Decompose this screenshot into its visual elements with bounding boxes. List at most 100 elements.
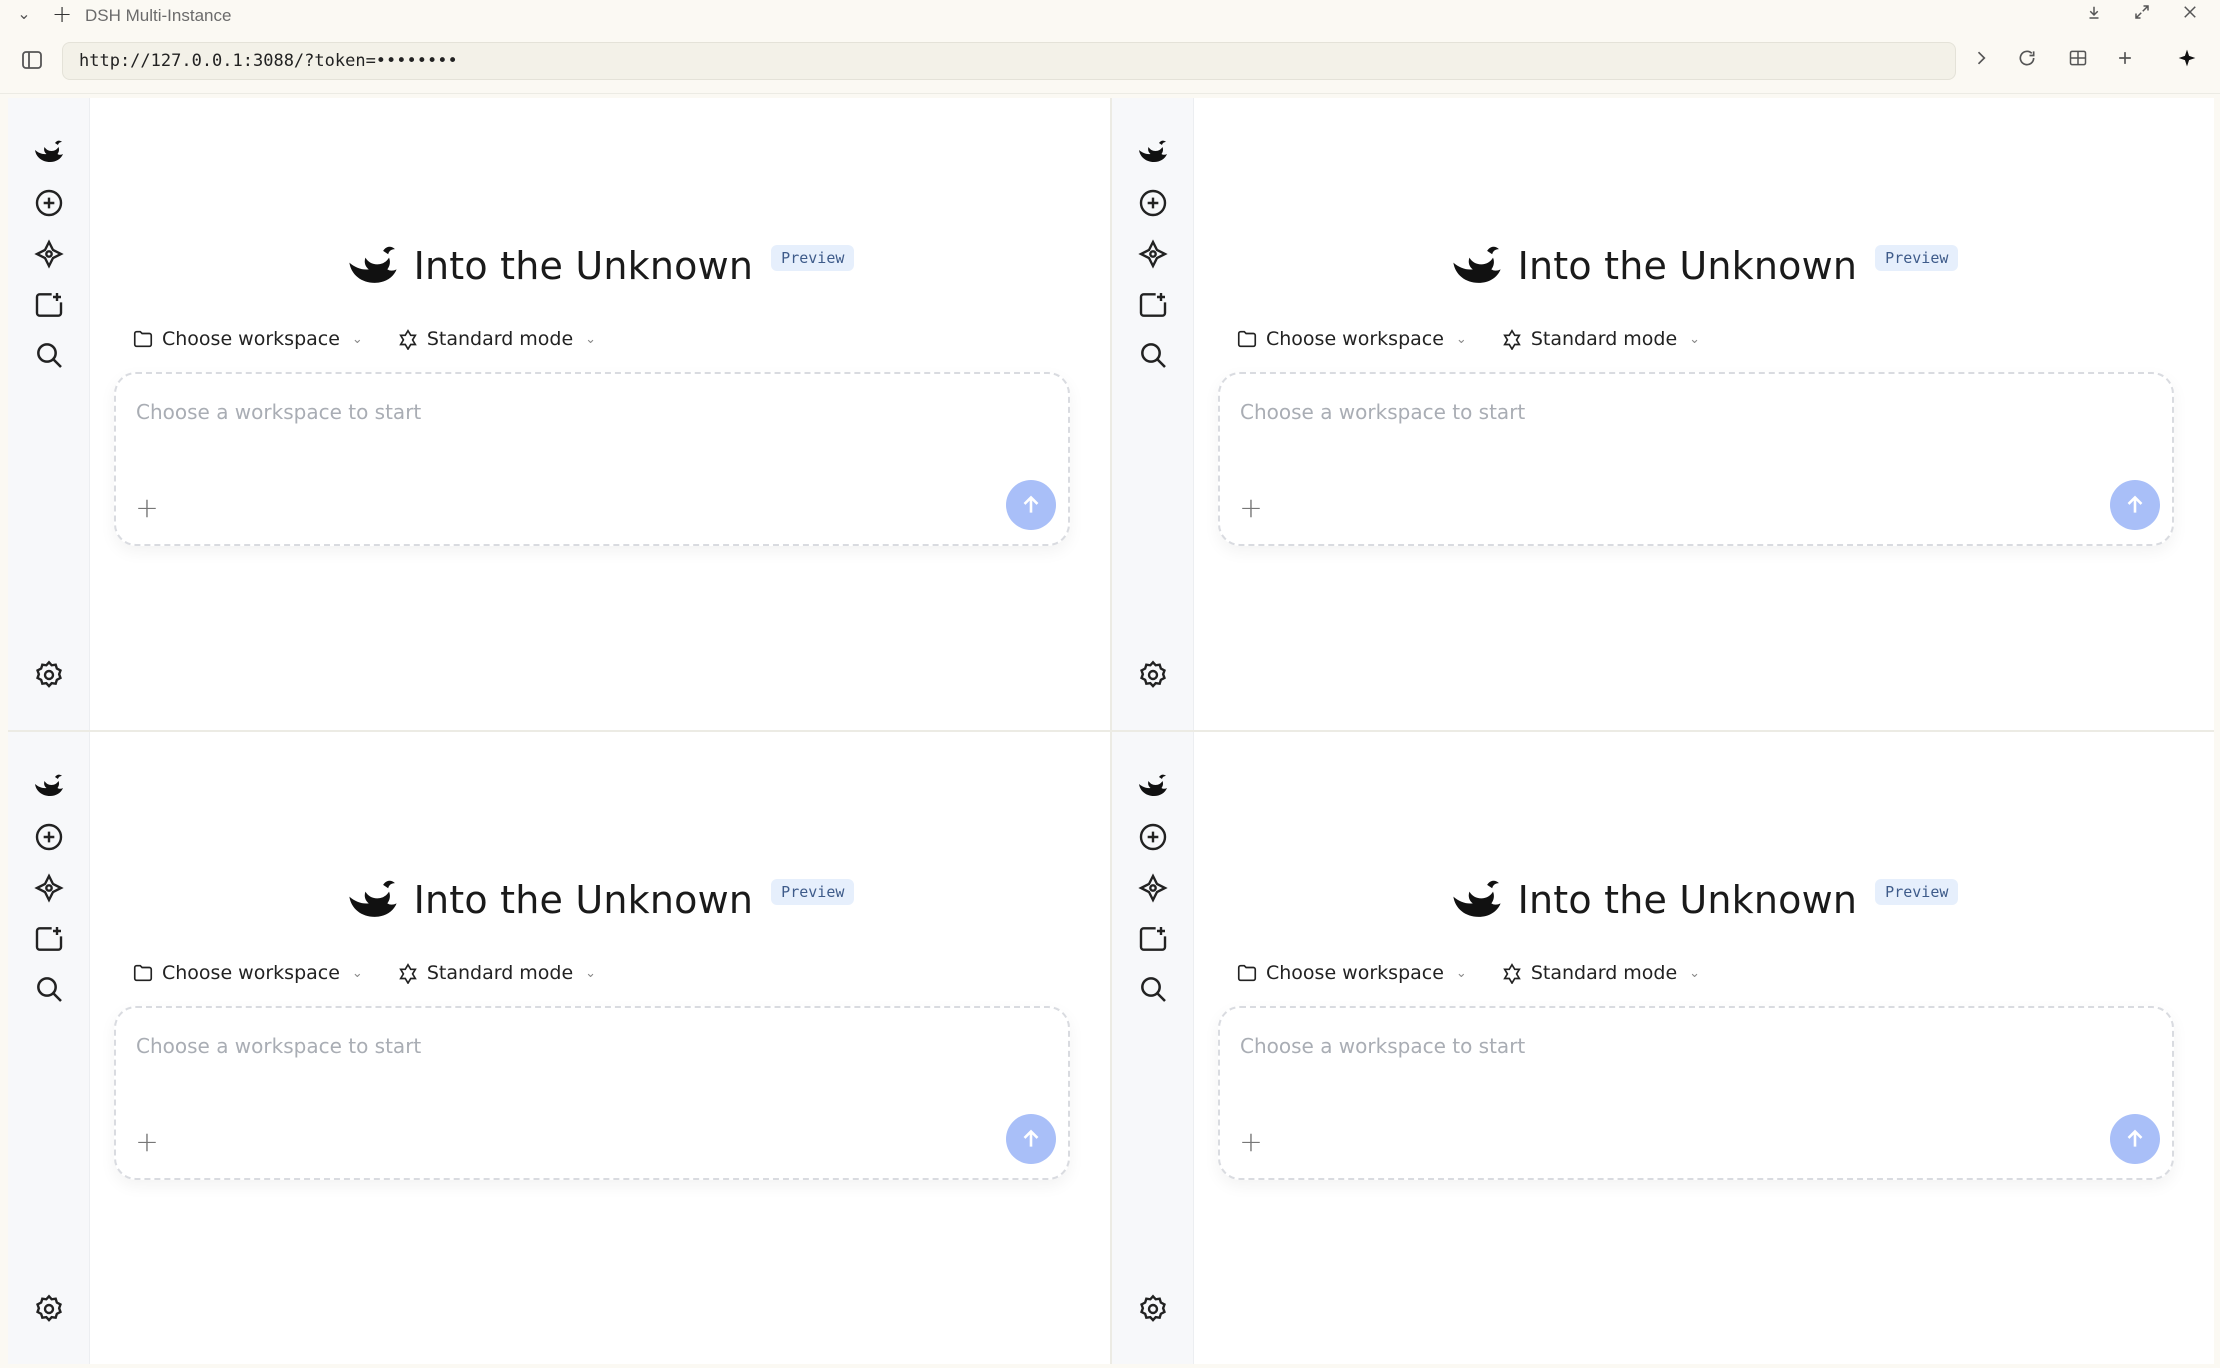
message-composer[interactable]: Choose a workspace to start +	[114, 1006, 1070, 1180]
workspace-dropdown[interactable]: Choose workspace ⌄	[132, 328, 363, 350]
composer-toolbar: Choose workspace ⌄ Standard mode ⌄	[1236, 962, 1700, 984]
add-folder-icon[interactable]	[1133, 919, 1173, 959]
whale-logo-icon[interactable]	[1133, 132, 1173, 172]
attach-plus-button[interactable]: +	[1234, 1126, 1268, 1160]
mode-dropdown[interactable]: Standard mode ⌄	[1501, 328, 1700, 350]
add-folder-icon[interactable]	[29, 919, 69, 959]
mode-icon	[399, 963, 417, 984]
app-title: Into the Unknown	[413, 244, 754, 288]
instance-pane-1: Into the Unknown Preview Choose workspac…	[8, 98, 1110, 730]
explore-icon[interactable]	[29, 234, 69, 274]
send-button[interactable]	[2110, 480, 2160, 530]
attach-plus-button[interactable]: +	[130, 1126, 164, 1160]
mode-icon	[1503, 963, 1521, 984]
preview-badge: Preview	[1875, 879, 1959, 905]
send-button[interactable]	[1006, 1114, 1056, 1164]
new-chat-icon[interactable]	[29, 817, 69, 857]
mode-icon	[1503, 329, 1521, 350]
whale-logo-icon[interactable]	[29, 766, 69, 806]
close-window-icon[interactable]	[2178, 3, 2202, 27]
chevron-down-icon: ⌄	[585, 331, 597, 347]
address-bar[interactable]: http://127.0.0.1:3088/?token=••••••••	[62, 42, 1956, 80]
message-composer[interactable]: Choose a workspace to start +	[114, 372, 1070, 546]
message-composer[interactable]: Choose a workspace to start +	[1218, 372, 2174, 546]
new-tab-plus-icon[interactable]	[2110, 46, 2140, 76]
expand-icon[interactable]	[2130, 3, 2154, 27]
sidebar-toggle-icon[interactable]	[20, 48, 46, 74]
folder-icon	[1237, 330, 1257, 348]
composer-placeholder[interactable]: Choose a workspace to start	[136, 400, 421, 424]
side-rail	[8, 98, 90, 730]
search-icon[interactable]	[1133, 335, 1173, 375]
search-icon[interactable]	[29, 969, 69, 1009]
instance-pane-4: Into the Unknown Preview Choose workspac…	[1112, 732, 2214, 1364]
app-title: Into the Unknown	[1517, 878, 1858, 922]
workspace-dropdown[interactable]: Choose workspace ⌄	[1236, 328, 1467, 350]
hero-header: Into the Unknown Preview	[1194, 870, 2214, 930]
app-title: Into the Unknown	[1517, 244, 1858, 288]
workspace-label: Choose workspace	[1266, 962, 1444, 984]
explore-icon[interactable]	[1133, 868, 1173, 908]
new-chat-icon[interactable]	[1133, 183, 1173, 223]
explore-icon[interactable]	[29, 868, 69, 908]
attach-plus-button[interactable]: +	[130, 492, 164, 526]
pane-divider-horizontal[interactable]	[8, 730, 2214, 732]
composer-placeholder[interactable]: Choose a workspace to start	[1240, 1034, 1525, 1058]
mode-label: Standard mode	[426, 962, 574, 984]
folder-icon	[133, 330, 153, 348]
folder-icon	[133, 964, 153, 982]
workspace-dropdown[interactable]: Choose workspace ⌄	[1236, 962, 1467, 984]
download-icon[interactable]	[2082, 3, 2106, 27]
reload-icon[interactable]	[2012, 46, 2042, 76]
split-view-icon[interactable]	[2063, 46, 2093, 76]
settings-gear-icon[interactable]	[29, 1289, 69, 1329]
settings-gear-icon[interactable]	[1133, 655, 1173, 695]
app-title: Into the Unknown	[413, 878, 754, 922]
hero-header: Into the Unknown Preview	[1194, 236, 2214, 296]
settings-gear-icon[interactable]	[1133, 1289, 1173, 1329]
message-composer[interactable]: Choose a workspace to start +	[1218, 1006, 2174, 1180]
settings-gear-icon[interactable]	[29, 655, 69, 695]
arrow-up-icon	[2127, 495, 2143, 513]
send-button[interactable]	[2110, 1114, 2160, 1164]
search-icon[interactable]	[29, 335, 69, 375]
arrow-up-icon	[1023, 1129, 1039, 1147]
send-button[interactable]	[1006, 480, 1056, 530]
add-folder-icon[interactable]	[1133, 285, 1173, 325]
mode-dropdown[interactable]: Standard mode ⌄	[1501, 962, 1700, 984]
assistant-sparkle-icon[interactable]	[2172, 46, 2202, 76]
hero-header: Into the Unknown Preview	[90, 236, 1110, 296]
mode-dropdown[interactable]: Standard mode ⌄	[397, 962, 596, 984]
mode-dropdown[interactable]: Standard mode ⌄	[397, 328, 596, 350]
tab-title[interactable]: DSH Multi-Instance	[85, 6, 231, 26]
mode-icon	[399, 329, 417, 350]
whale-brand-icon	[1452, 246, 1501, 283]
new-chat-icon[interactable]	[1133, 817, 1173, 857]
search-icon[interactable]	[1133, 969, 1173, 1009]
pane-main: Into the Unknown Preview Choose workspac…	[1194, 732, 2214, 1364]
mode-label: Standard mode	[1530, 962, 1678, 984]
composer-placeholder[interactable]: Choose a workspace to start	[1240, 400, 1525, 424]
side-rail	[1112, 98, 1194, 730]
composer-toolbar: Choose workspace ⌄ Standard mode ⌄	[1236, 328, 1700, 350]
new-chat-icon[interactable]	[29, 183, 69, 223]
whale-logo-icon[interactable]	[29, 132, 69, 172]
whale-logo-icon[interactable]	[1133, 766, 1173, 806]
add-folder-icon[interactable]	[29, 285, 69, 325]
whale-brand-icon	[348, 246, 397, 283]
pane-main: Into the Unknown Preview Choose workspac…	[90, 732, 1110, 1364]
tab-list-chevron-icon[interactable]: ⌄	[14, 4, 34, 24]
side-rail	[8, 732, 90, 1364]
composer-toolbar: Choose workspace ⌄ Standard mode ⌄	[132, 962, 596, 984]
composer-placeholder[interactable]: Choose a workspace to start	[136, 1034, 421, 1058]
new-tab-icon[interactable]: +	[50, 2, 74, 27]
whale-brand-icon	[348, 880, 397, 917]
instance-pane-3: Into the Unknown Preview Choose workspac…	[8, 732, 1110, 1364]
hero-header: Into the Unknown Preview	[90, 870, 1110, 930]
arrow-up-icon	[2127, 1129, 2143, 1147]
attach-plus-button[interactable]: +	[1234, 492, 1268, 526]
explore-icon[interactable]	[1133, 234, 1173, 274]
workspace-dropdown[interactable]: Choose workspace ⌄	[132, 962, 363, 984]
arrow-up-icon	[1023, 495, 1039, 513]
forward-icon[interactable]	[1966, 46, 1996, 76]
